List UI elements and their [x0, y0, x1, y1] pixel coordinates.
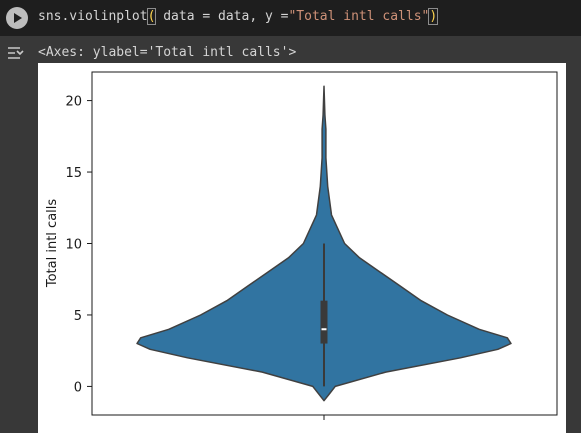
y-tick-label: 15: [65, 166, 82, 181]
violin-median: [321, 328, 327, 331]
y-tick-label: 0: [74, 380, 82, 395]
play-icon[interactable]: [6, 7, 28, 29]
y-tick-label: 20: [65, 95, 82, 110]
output-area: <Axes: ylabel='Total intl calls'> Total …: [0, 36, 581, 433]
y-tick-label: 10: [65, 238, 82, 253]
code-cell[interactable]: sns.violinplot( data = data, y ="Total i…: [0, 0, 581, 36]
y-axis-label: Total intl calls: [45, 199, 60, 289]
y-tick-label: 5: [74, 309, 82, 324]
violin-chart: Total intl calls 0 5 10 15 20: [45, 71, 558, 420]
code-args: data = data, y =: [155, 9, 289, 24]
code-string: "Total intl calls": [288, 9, 430, 24]
code-close-paren: ): [428, 8, 439, 25]
code-call: sns.violinplot: [38, 9, 148, 24]
violin-iqr-box: [320, 300, 328, 344]
code-line[interactable]: sns.violinplot( data = data, y ="Total i…: [38, 8, 439, 25]
plot-figure: Total intl calls 0 5 10 15 20: [38, 63, 566, 433]
output-collapse-icon[interactable]: [6, 44, 26, 62]
output-repr: <Axes: ylabel='Total intl calls'>: [38, 45, 297, 60]
